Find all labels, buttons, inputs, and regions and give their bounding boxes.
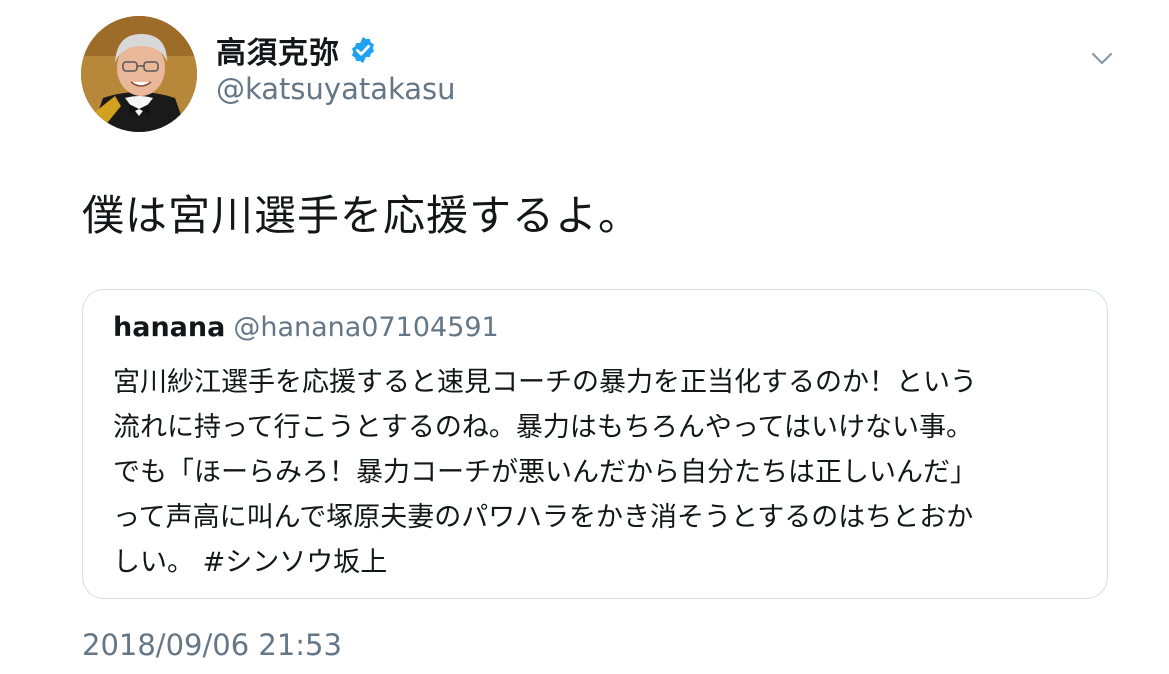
- tweet-text: 僕は宮川選手を応援するよ。: [82, 191, 642, 240]
- author-display-name[interactable]: 高須克弥: [216, 28, 340, 72]
- quoted-text-line: 流れに持って行こうとするのね。暴力はもちろんやってはいけない事。: [113, 412, 973, 443]
- quoted-author-name: hanana: [113, 312, 226, 343]
- chevron-down-icon[interactable]: [1088, 44, 1116, 72]
- quoted-text-line: 宮川紗江選手を応援すると速見コーチの暴力を正当化するのか！という: [113, 367, 977, 398]
- verified-badge-icon: [352, 36, 374, 64]
- quoted-tweet-text: 宮川紗江選手を応援すると速見コーチの暴力を正当化するのか！という 流れに持って行…: [113, 360, 1093, 585]
- quoted-tweet-header: hanana @hanana07104591: [113, 312, 499, 343]
- quoted-author-handle: @hanana07104591: [233, 312, 499, 343]
- quoted-tweet-card[interactable]: hanana @hanana07104591 宮川紗江選手を応援すると速見コーチの…: [82, 289, 1108, 599]
- quoted-text-line: しい。 #シンソウ坂上: [113, 547, 388, 578]
- avatar[interactable]: [81, 16, 197, 132]
- author-handle[interactable]: @katsuyatakasu: [216, 72, 456, 106]
- avatar-photo: [81, 16, 197, 132]
- tweet-timestamp[interactable]: 2018/09/06 21:53: [82, 628, 342, 662]
- author-name-row[interactable]: 高須克弥: [216, 28, 378, 72]
- quoted-text-line: って声高に叫んで塚原夫妻のパワハラをかき消そうとするのはちとおか: [113, 502, 974, 533]
- quoted-text-line: でも「ほーらみろ！暴力コーチが悪いんだから自分たちは正しいんだ」: [113, 457, 977, 488]
